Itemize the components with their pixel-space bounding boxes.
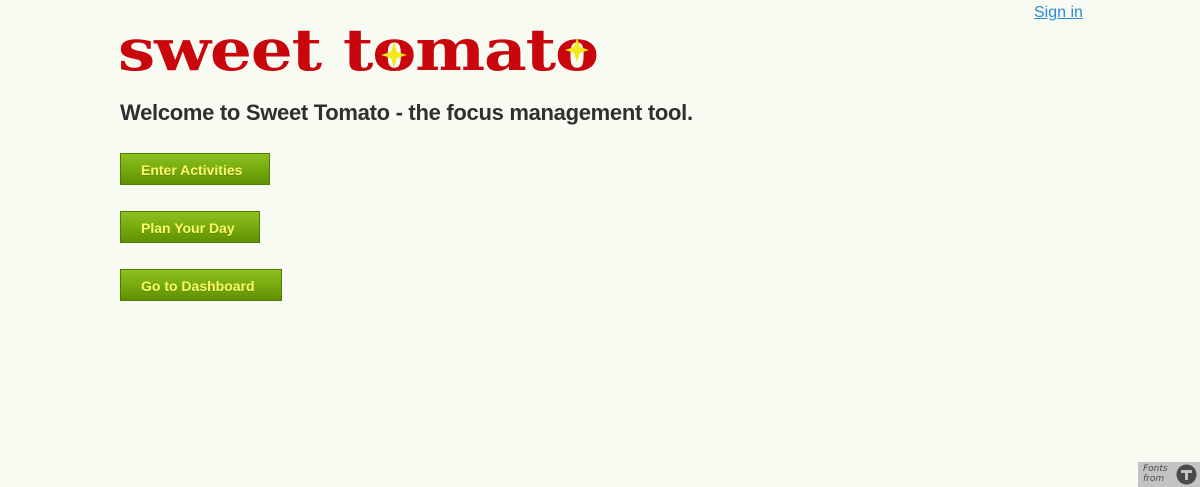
sign-in-link[interactable]: Sign in	[1034, 4, 1083, 22]
enter-activities-button[interactable]: Enter Activities	[120, 153, 270, 185]
welcome-heading: Welcome to Sweet Tomato - the focus mana…	[120, 100, 693, 125]
fonts-badge-label: Fonts from	[1143, 464, 1168, 484]
logo-text: sweet tomato	[118, 16, 598, 84]
plan-your-day-button[interactable]: Plan Your Day	[120, 211, 260, 243]
fonts-provider-logo-icon	[1176, 464, 1197, 485]
fonts-provider-badge[interactable]: Fonts from	[1138, 462, 1200, 487]
go-to-dashboard-button[interactable]: Go to Dashboard	[120, 269, 282, 301]
fonts-badge-line1: Fonts	[1143, 464, 1168, 474]
fonts-badge-line2: from	[1143, 474, 1165, 484]
sweet-tomato-logo[interactable]: sweet tomato	[118, 14, 602, 84]
